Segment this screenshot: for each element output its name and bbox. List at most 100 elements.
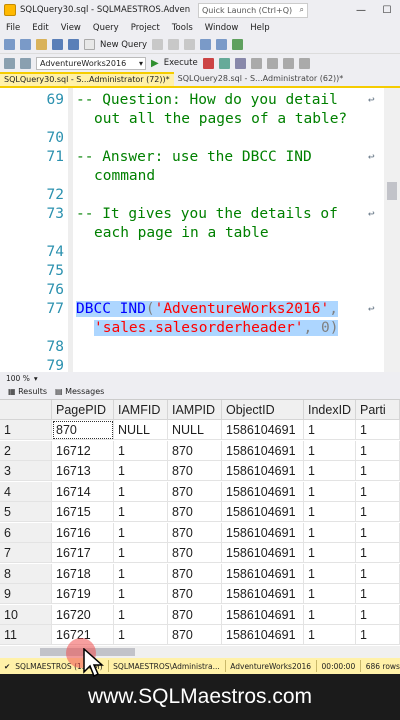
tab-messages[interactable]: ▤ Messages [55,387,104,396]
grid-cell[interactable]: 870 [168,625,222,645]
back-icon[interactable] [4,39,15,50]
menu-file[interactable]: File [6,23,20,33]
grid-cell[interactable]: 870 [168,563,222,584]
grid-cell[interactable]: 870 [168,604,222,625]
minimize-button[interactable]: — [348,0,374,20]
grid-cell[interactable]: 1 [356,604,400,625]
grid-cell[interactable]: 1586104691 [222,584,304,604]
grid-cell[interactable]: 16716 [52,522,114,543]
column-header[interactable]: Parti [356,400,400,420]
grid-cell[interactable]: 870 [168,440,222,461]
redo-icon[interactable] [216,39,228,50]
undo-icon[interactable] [200,39,212,50]
grid-cell[interactable]: 1 [304,625,356,645]
table-row[interactable]: 7 16717 1 870 1586104691 1 1 [0,543,400,563]
indent-icon[interactable] [298,57,310,69]
table-row[interactable]: 4 16714 1 870 1586104691 1 1 [0,481,400,502]
grid-cell[interactable]: 1 [304,502,356,522]
execute-button[interactable]: Execute [164,58,198,68]
grid-cell[interactable]: 1 [304,522,356,543]
save-all-icon[interactable] [68,39,79,50]
forward-icon[interactable] [20,39,31,50]
grid-cell[interactable]: 1 [304,543,356,563]
row-number[interactable]: 9 [0,584,52,604]
grid-cell[interactable]: 1 [304,563,356,584]
grid-cell[interactable]: NULL [168,420,222,440]
grid-cell[interactable]: 1 [114,584,168,604]
menu-view[interactable]: View [61,23,81,33]
grid-cell[interactable]: 1 [114,522,168,543]
grid-cell[interactable]: 1 [304,440,356,461]
grid-cell[interactable]: 1586104691 [222,440,304,461]
grid-cell[interactable]: 1586104691 [222,563,304,584]
grid-cell[interactable]: 1 [114,481,168,502]
database-select[interactable]: AdventureWorks2016 ▾ [36,56,146,70]
new-query-button[interactable]: New Query [100,40,147,50]
grid-cell[interactable]: 16712 [52,440,114,461]
quick-launch-input[interactable]: Quick Launch (Ctrl+Q) ⌕ [198,2,308,18]
grid-cell[interactable]: 1 [356,502,400,522]
grid-cell[interactable]: 1 [304,461,356,481]
grid-cell[interactable]: 1 [356,522,400,543]
column-header[interactable] [0,400,52,420]
grid-cell[interactable]: 1 [356,543,400,563]
table-row[interactable]: 8 16718 1 870 1586104691 1 1 [0,563,400,584]
table-row[interactable]: 5 16715 1 870 1586104691 1 1 [0,502,400,522]
new-query-icon[interactable] [84,39,95,50]
row-number[interactable]: 2 [0,440,52,461]
grid-cell[interactable]: 1 [356,440,400,461]
query-editor[interactable]: 69 -- Question: How do you detail ↩ out all… [0,86,400,372]
grid-cell[interactable]: 1 [114,502,168,522]
grid-cell[interactable]: 16717 [52,543,114,563]
grid-cell[interactable]: 870 [168,584,222,604]
grid-cell[interactable]: 16719 [52,584,114,604]
tab-results[interactable]: ▦ Results [8,387,47,396]
copy-icon[interactable] [168,39,180,50]
grid-cell[interactable]: 1 [114,604,168,625]
grid-cell[interactable]: 1 [114,625,168,645]
cut-icon[interactable] [152,39,164,50]
row-number[interactable]: 11 [0,625,52,645]
grid-cell[interactable]: 1 [114,563,168,584]
grid-cell[interactable]: 1586104691 [222,522,304,543]
table-row[interactable]: 2 16712 1 870 1586104691 1 1 [0,440,400,461]
editor-scroll-thumb[interactable] [387,182,397,200]
row-number[interactable]: 8 [0,563,52,584]
menu-edit[interactable]: Edit [32,23,48,33]
row-number[interactable]: 4 [0,481,52,502]
grid-cell[interactable]: 870 [168,461,222,481]
grid-cell[interactable]: 1 [356,563,400,584]
column-header[interactable]: IAMFID [114,400,168,420]
grid-cell[interactable]: 16714 [52,481,114,502]
grid-cell[interactable]: 1 [114,543,168,563]
grid-cell[interactable]: 16715 [52,502,114,522]
row-number[interactable]: 3 [0,461,52,481]
open-folder-icon[interactable] [36,39,47,50]
grid-cell[interactable]: 1586104691 [222,604,304,625]
grid-cell[interactable]: 870 [168,481,222,502]
tab-sqlquery30[interactable]: SQLQuery30.sql - S...Administrator (72))… [0,72,174,86]
grid-cell[interactable]: 1 [356,461,400,481]
chevron-down-icon[interactable]: ▾ [34,374,38,383]
row-number[interactable]: 1 [0,420,52,440]
grid-cell[interactable]: 16713 [52,461,114,481]
column-header[interactable]: ObjectID [222,400,304,420]
grid-cell[interactable]: 1 [304,584,356,604]
grid-cell[interactable]: 1 [356,584,400,604]
table-row[interactable]: 9 16719 1 870 1586104691 1 1 [0,584,400,604]
change-connection-icon[interactable] [20,57,31,69]
grid-cell[interactable]: 1586104691 [222,481,304,502]
table-row[interactable]: 11 16721 1 870 1586104691 1 1 [0,625,400,645]
save-icon[interactable] [52,39,63,50]
table-row[interactable]: 3 16713 1 870 1586104691 1 1 [0,461,400,481]
grid-cell[interactable]: 1 [304,420,356,440]
grid-cell[interactable]: 1 [114,461,168,481]
grid-cell[interactable]: 870 [168,543,222,563]
execute-icon[interactable]: ▶ [151,58,159,69]
menu-project[interactable]: Project [131,23,160,33]
start-icon[interactable] [232,39,244,50]
row-number[interactable]: 5 [0,502,52,522]
grid-cell[interactable]: 1586104691 [222,625,304,645]
grid-cell[interactable]: 1 [304,604,356,625]
table-row[interactable]: 10 16720 1 870 1586104691 1 1 [0,604,400,625]
